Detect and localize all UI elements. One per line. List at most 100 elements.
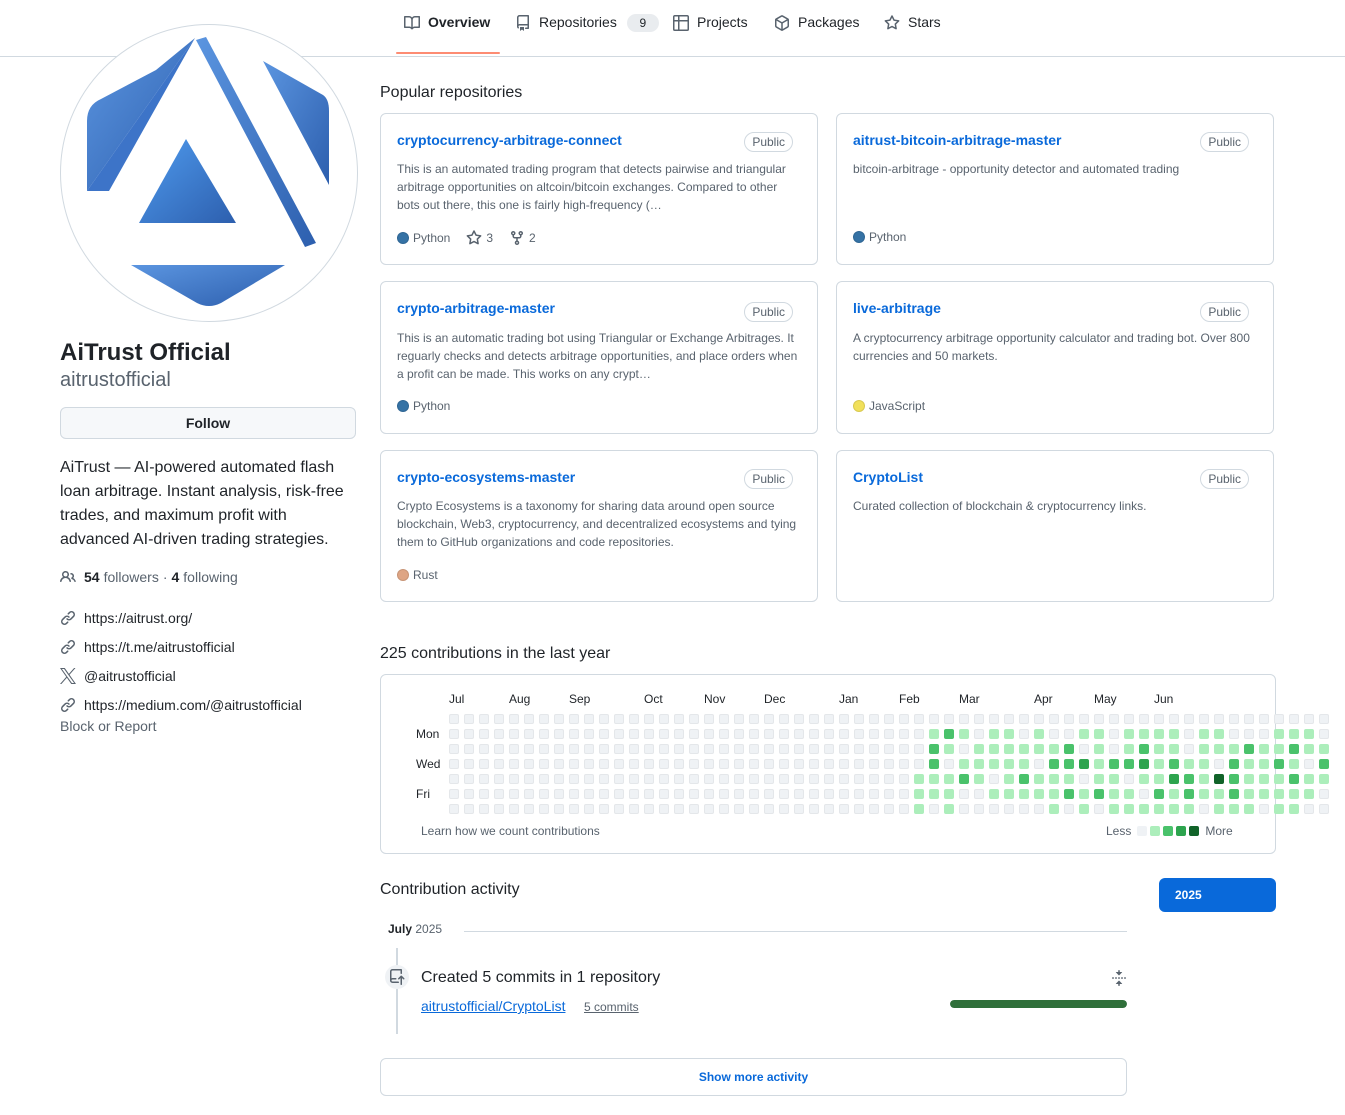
profile-link-text[interactable]: @aitrustofficial	[84, 668, 176, 684]
contribution-cell[interactable]	[554, 729, 564, 739]
contribution-cell[interactable]	[719, 729, 729, 739]
contribution-cell[interactable]	[1064, 774, 1074, 784]
contribution-cell[interactable]	[1034, 744, 1044, 754]
contribution-cell[interactable]	[974, 789, 984, 799]
contribution-cell[interactable]	[674, 789, 684, 799]
contribution-cell[interactable]	[974, 729, 984, 739]
contribution-cell[interactable]	[1184, 714, 1194, 724]
learn-contributions-link[interactable]: Learn how we count contributions	[421, 824, 600, 838]
contribution-cell[interactable]	[1004, 804, 1014, 814]
contribution-cell[interactable]	[524, 759, 534, 769]
contribution-cell[interactable]	[554, 759, 564, 769]
contribution-cell[interactable]	[614, 774, 624, 784]
contribution-cell[interactable]	[1184, 759, 1194, 769]
contribution-cell[interactable]	[1259, 714, 1269, 724]
contribution-cell[interactable]	[989, 759, 999, 769]
contribution-cell[interactable]	[824, 804, 834, 814]
contribution-cell[interactable]	[764, 759, 774, 769]
tab-packages[interactable]: Packages	[774, 14, 859, 50]
contribution-cell[interactable]	[914, 714, 924, 724]
contribution-cell[interactable]	[794, 774, 804, 784]
repo-stars-link[interactable]: 3	[466, 230, 493, 246]
contribution-cell[interactable]	[659, 759, 669, 769]
contribution-cell[interactable]	[1214, 789, 1224, 799]
contribution-cell[interactable]	[569, 744, 579, 754]
contribution-cell[interactable]	[734, 744, 744, 754]
contribution-cell[interactable]	[779, 759, 789, 769]
contribution-cell[interactable]	[1154, 804, 1164, 814]
contribution-cell[interactable]	[1199, 774, 1209, 784]
contribution-cell[interactable]	[674, 714, 684, 724]
contribution-cell[interactable]	[749, 789, 759, 799]
contribution-cell[interactable]	[974, 759, 984, 769]
contribution-cell[interactable]	[929, 789, 939, 799]
profile-link-x[interactable]: @aitrustofficial	[60, 668, 176, 684]
contribution-cell[interactable]	[1034, 729, 1044, 739]
contribution-cell[interactable]	[1019, 729, 1029, 739]
contribution-cell[interactable]	[719, 774, 729, 784]
contribution-cell[interactable]	[1259, 729, 1269, 739]
contribution-cell[interactable]	[1049, 804, 1059, 814]
contribution-cell[interactable]	[1244, 804, 1254, 814]
contribution-cell[interactable]	[764, 729, 774, 739]
contribution-cell[interactable]	[809, 789, 819, 799]
contribution-cell[interactable]	[839, 774, 849, 784]
tab-projects[interactable]: Projects	[673, 14, 748, 50]
contribution-cell[interactable]	[659, 774, 669, 784]
contribution-cell[interactable]	[989, 714, 999, 724]
contribution-cell[interactable]	[1274, 774, 1284, 784]
contribution-cell[interactable]	[1274, 804, 1284, 814]
contribution-cell[interactable]	[944, 714, 954, 724]
contribution-cell[interactable]	[629, 729, 639, 739]
contribution-cell[interactable]	[1019, 789, 1029, 799]
contribution-cell[interactable]	[464, 714, 474, 724]
contribution-cell[interactable]	[599, 789, 609, 799]
contribution-cell[interactable]	[479, 804, 489, 814]
contribution-cell[interactable]	[674, 759, 684, 769]
contribution-cell[interactable]	[1199, 789, 1209, 799]
contribution-cell[interactable]	[884, 789, 894, 799]
contribution-cell[interactable]	[944, 789, 954, 799]
profile-link-text[interactable]: https://aitrust.org/	[84, 610, 192, 626]
contribution-cell[interactable]	[989, 774, 999, 784]
contribution-cell[interactable]	[944, 759, 954, 769]
contribution-cell[interactable]	[1109, 714, 1119, 724]
contribution-cell[interactable]	[1109, 744, 1119, 754]
contribution-cell[interactable]	[1004, 729, 1014, 739]
contribution-cell[interactable]	[1049, 744, 1059, 754]
contribution-cell[interactable]	[914, 744, 924, 754]
contribution-cell[interactable]	[464, 744, 474, 754]
contribution-cell[interactable]	[1199, 714, 1209, 724]
contribution-cell[interactable]	[644, 789, 654, 799]
contribution-cell[interactable]	[884, 774, 894, 784]
contribution-cell[interactable]	[989, 729, 999, 739]
contribution-cell[interactable]	[1004, 744, 1014, 754]
contribution-cell[interactable]	[509, 744, 519, 754]
contribution-cell[interactable]	[1094, 714, 1104, 724]
contribution-cell[interactable]	[824, 789, 834, 799]
contribution-cell[interactable]	[1169, 789, 1179, 799]
profile-link-telegram[interactable]: https://t.me/aitrustofficial	[60, 639, 235, 655]
contribution-cell[interactable]	[884, 714, 894, 724]
contribution-cell[interactable]	[974, 714, 984, 724]
contribution-cell[interactable]	[824, 729, 834, 739]
contribution-cell[interactable]	[629, 714, 639, 724]
contribution-cell[interactable]	[1229, 804, 1239, 814]
contribution-cell[interactable]	[749, 714, 759, 724]
contribution-cell[interactable]	[944, 804, 954, 814]
contribution-cell[interactable]	[494, 789, 504, 799]
contribution-cell[interactable]	[1184, 729, 1194, 739]
contribution-cell[interactable]	[929, 804, 939, 814]
contribution-cell[interactable]	[644, 714, 654, 724]
contribution-cell[interactable]	[449, 789, 459, 799]
contribution-cell[interactable]	[1124, 744, 1134, 754]
contribution-cell[interactable]	[929, 774, 939, 784]
contribution-cell[interactable]	[1019, 804, 1029, 814]
contribution-cell[interactable]	[1184, 774, 1194, 784]
contribution-cell[interactable]	[824, 759, 834, 769]
contribution-cell[interactable]	[644, 744, 654, 754]
contribution-cell[interactable]	[719, 744, 729, 754]
activity-commits-link[interactable]: 5 commits	[584, 1000, 639, 1014]
fold-icon[interactable]	[1111, 970, 1127, 986]
contribution-cell[interactable]	[614, 804, 624, 814]
